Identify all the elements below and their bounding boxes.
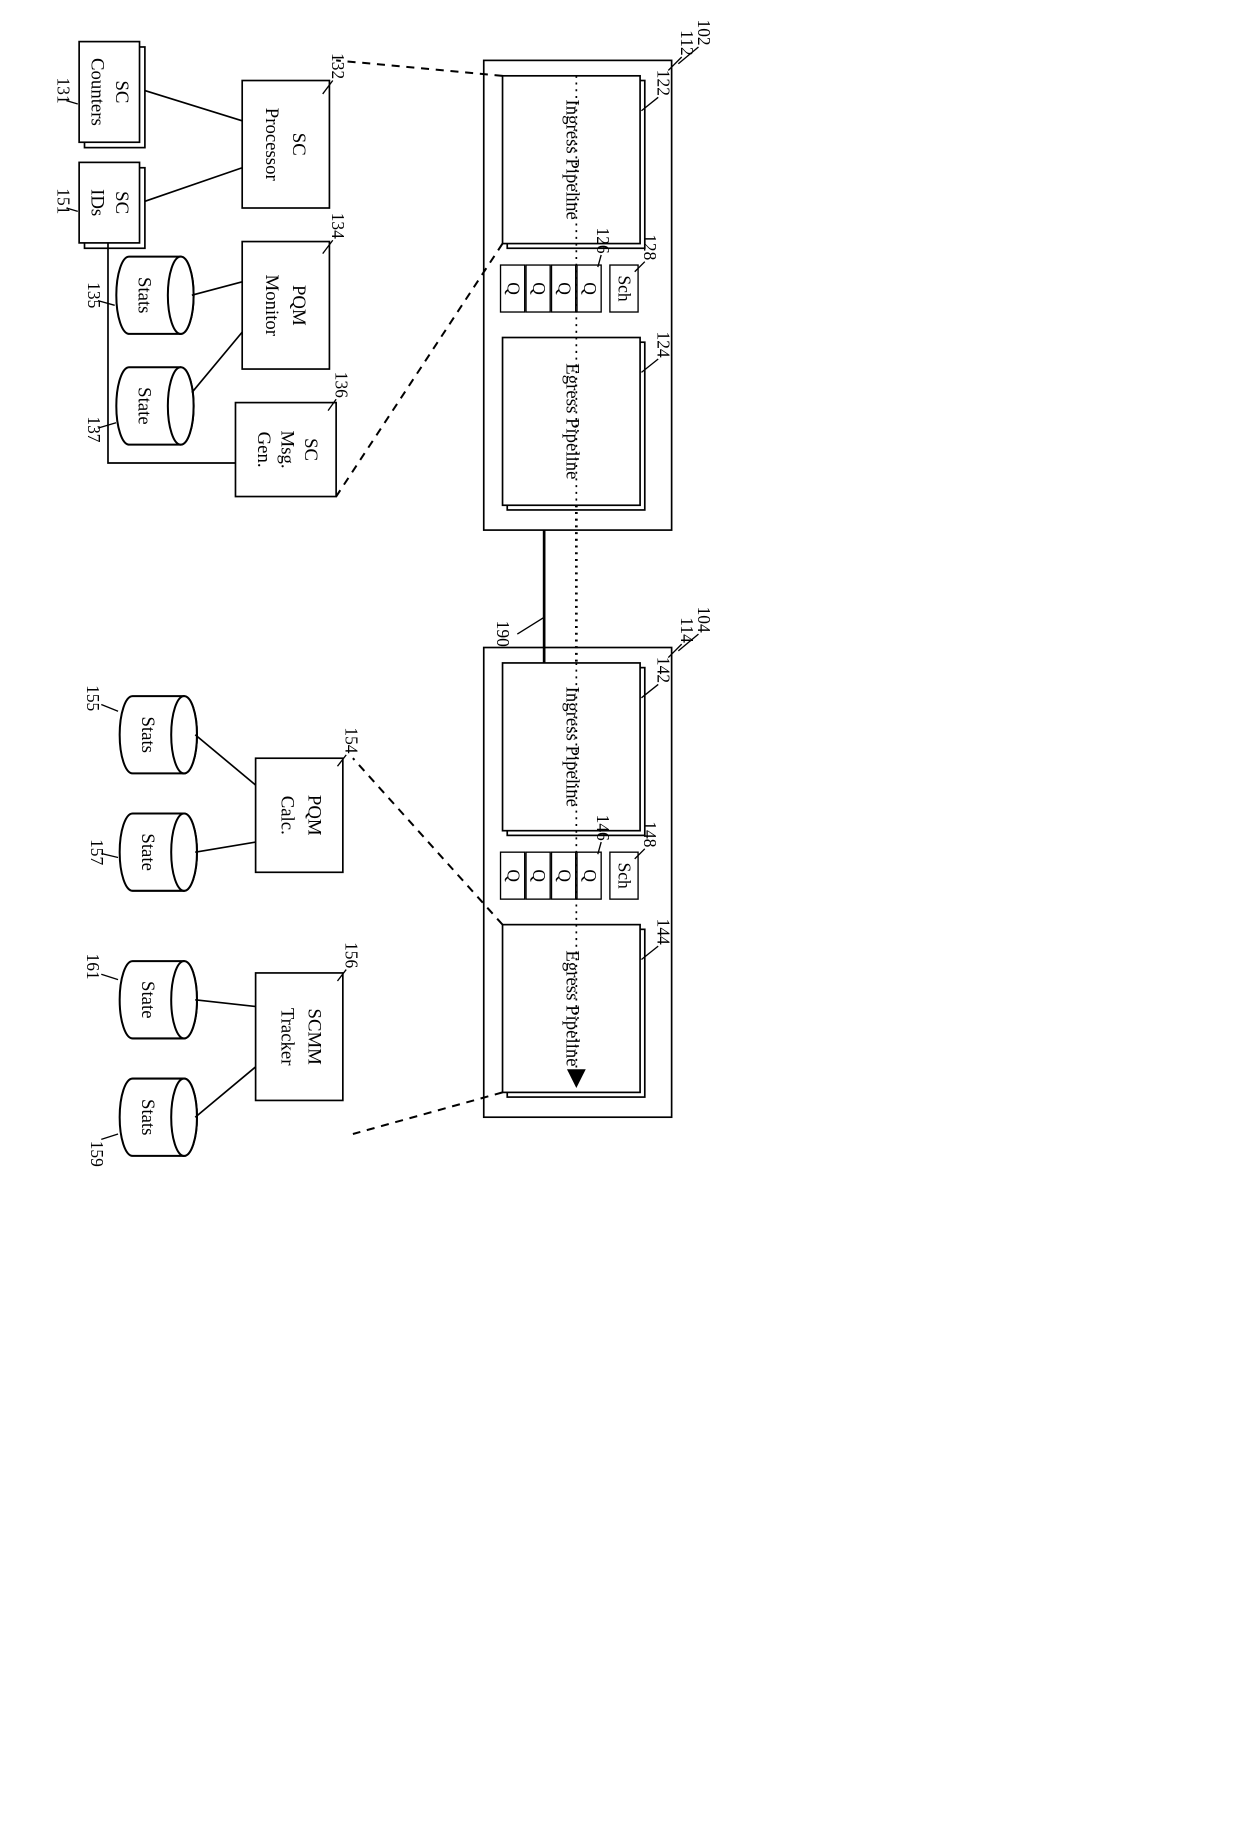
ref-159: 159 bbox=[87, 1141, 107, 1167]
svg-text:Calc.: Calc. bbox=[276, 796, 297, 835]
svg-text:PQM: PQM bbox=[303, 795, 324, 836]
state-157: State bbox=[120, 814, 197, 891]
svg-text:Q: Q bbox=[554, 282, 574, 295]
svg-text:Q: Q bbox=[529, 282, 549, 295]
svg-text:Stats: Stats bbox=[137, 716, 158, 752]
ref-131: 131 bbox=[54, 78, 74, 104]
ref-156: 156 bbox=[342, 942, 362, 968]
svg-text:Q: Q bbox=[503, 869, 523, 882]
svg-text:State: State bbox=[137, 981, 158, 1019]
stats-135: Stats bbox=[116, 257, 193, 334]
ref-148: 148 bbox=[640, 821, 660, 847]
svg-text:State: State bbox=[134, 387, 155, 425]
sch-left: Sch bbox=[610, 265, 638, 312]
sc-processor: SC Processor bbox=[242, 81, 329, 208]
svg-text:SC: SC bbox=[288, 133, 309, 156]
svg-text:Q: Q bbox=[529, 869, 549, 882]
svg-text:Msg.: Msg. bbox=[276, 431, 297, 469]
egress-pipeline-right: Egress Pipeline bbox=[503, 925, 645, 1097]
svg-text:Q: Q bbox=[503, 282, 523, 295]
svg-text:Q: Q bbox=[580, 869, 600, 882]
ref-146: 146 bbox=[593, 815, 613, 841]
egress-label: Egress Pipeline bbox=[562, 363, 583, 479]
svg-text:Tracker: Tracker bbox=[276, 1008, 297, 1066]
svg-text:Q: Q bbox=[554, 869, 574, 882]
svg-text:Ingress Pipeline: Ingress Pipeline bbox=[562, 687, 583, 807]
ref-128: 128 bbox=[640, 234, 660, 260]
svg-text:Sch: Sch bbox=[615, 863, 635, 889]
ref-112: 112 bbox=[677, 30, 697, 56]
ref-155: 155 bbox=[83, 685, 103, 711]
ref-122: 122 bbox=[654, 70, 674, 96]
ingress-pipeline-left: Ingress Pipeline bbox=[503, 76, 645, 248]
switch-left: Ingress Pipeline Sch Q Q Q Q Egress Pipe… bbox=[484, 60, 672, 530]
svg-text:Stats: Stats bbox=[134, 277, 155, 313]
ref-137: 137 bbox=[84, 416, 104, 442]
svg-text:Counters: Counters bbox=[87, 58, 108, 126]
svg-text:Sch: Sch bbox=[615, 275, 635, 301]
state-137: State bbox=[116, 367, 193, 444]
svg-text:Stats: Stats bbox=[137, 1099, 158, 1136]
svg-text:SCMM: SCMM bbox=[303, 1009, 324, 1066]
ref-114: 114 bbox=[677, 617, 697, 643]
pqm-calc: PQM Calc. bbox=[256, 758, 343, 872]
egress-pipeline-left: Egress Pipeline bbox=[503, 338, 645, 510]
ref-124: 124 bbox=[654, 331, 674, 357]
ref-190: 190 bbox=[493, 621, 513, 647]
ref-161: 161 bbox=[83, 953, 103, 979]
svg-text:Q: Q bbox=[580, 282, 600, 295]
ref-126: 126 bbox=[593, 227, 613, 253]
ref-144: 144 bbox=[654, 919, 674, 945]
state-161: State bbox=[120, 961, 197, 1038]
stats-159: Stats bbox=[120, 1079, 197, 1156]
queues-left: Q Q Q Q bbox=[501, 265, 602, 312]
sch-right: Sch bbox=[610, 852, 638, 899]
pqm-monitor: PQM Monitor bbox=[242, 242, 329, 369]
sc-msg-gen: SC Msg. Gen. bbox=[235, 403, 336, 497]
ingress-label: Ingress Pipeline bbox=[562, 99, 583, 219]
switch-right: Ingress Pipeline Sch Q Q Q Q Egress Pipe… bbox=[484, 648, 672, 1118]
ref-157: 157 bbox=[87, 839, 107, 865]
svg-text:Egress Pipeline: Egress Pipeline bbox=[562, 950, 583, 1066]
svg-text:PQM: PQM bbox=[288, 285, 309, 326]
svg-text:Monitor: Monitor bbox=[261, 275, 282, 337]
ref-134: 134 bbox=[328, 213, 348, 239]
ref-154: 154 bbox=[342, 727, 362, 753]
ref-151: 151 bbox=[54, 188, 74, 214]
svg-text:SC: SC bbox=[300, 438, 321, 461]
svg-text:IDs: IDs bbox=[87, 189, 108, 216]
ref-142: 142 bbox=[654, 657, 674, 683]
sc-counters: SC Counters bbox=[79, 42, 145, 148]
svg-text:SC: SC bbox=[111, 191, 132, 214]
queues-right: Q Q Q Q bbox=[501, 852, 602, 899]
svg-text:Gen.: Gen. bbox=[253, 432, 274, 468]
svg-text:SC: SC bbox=[111, 80, 132, 103]
stats-155: Stats bbox=[120, 696, 197, 773]
scmm-tracker: SCMM Tracker bbox=[256, 973, 343, 1100]
ref-132: 132 bbox=[328, 53, 348, 79]
svg-text:Processor: Processor bbox=[261, 108, 282, 182]
ref-136: 136 bbox=[331, 372, 351, 398]
svg-text:State: State bbox=[137, 833, 158, 871]
ingress-pipeline-right: Ingress Pipeline bbox=[503, 663, 645, 835]
ref-135: 135 bbox=[84, 282, 104, 308]
sc-ids: SC IDs bbox=[79, 162, 145, 248]
